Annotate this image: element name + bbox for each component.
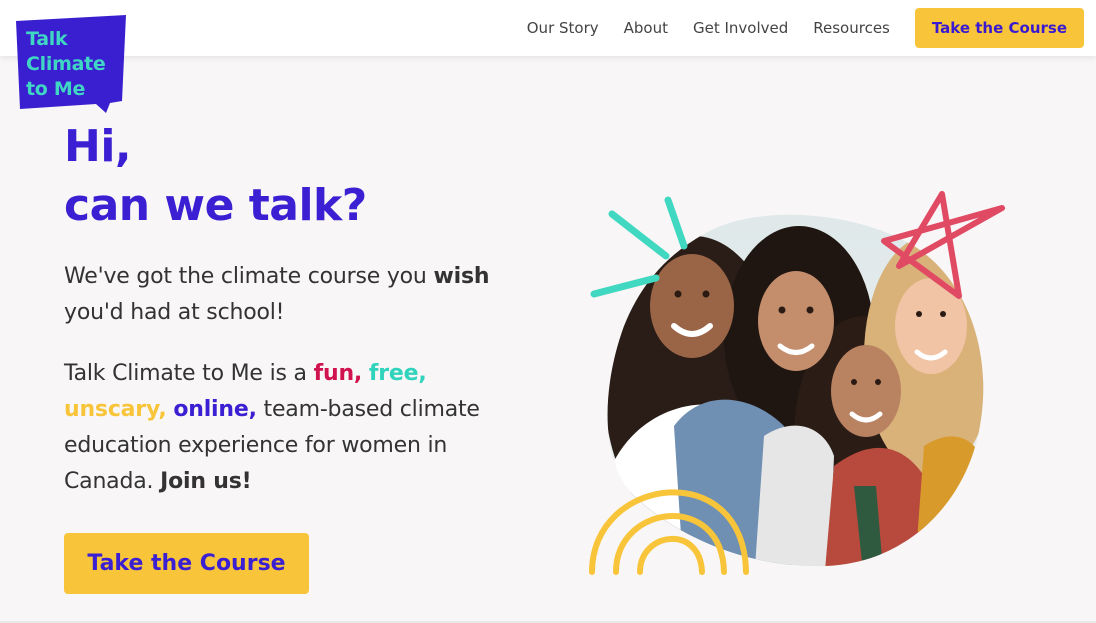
hero-image-art <box>589 191 1005 575</box>
intro-emphasis-wish: wish <box>433 264 490 289</box>
hero-title: Hi, can we talk? <box>64 117 524 235</box>
join-us-text: Join us! <box>160 469 252 494</box>
nav-link-our-story[interactable]: Our Story <box>527 19 599 37</box>
hero-description-text: Talk Climate to Me is a fun, free, unsca… <box>64 356 532 500</box>
logo-line-1: Talk <box>26 28 68 50</box>
hero-take-course-button[interactable]: Take the Course <box>64 533 309 594</box>
hero-title-line-2: can we talk? <box>64 180 367 231</box>
keyword-unscary: unscary, <box>64 397 167 422</box>
site-header: Our Story About Get Involved Resources T… <box>0 0 1096 56</box>
main-nav: Our Story About Get Involved Resources T… <box>527 8 1084 48</box>
site-logo[interactable]: Talk Climate to Me <box>14 15 128 113</box>
logo-text: Talk Climate to Me <box>26 27 126 102</box>
nav-take-course-button[interactable]: Take the Course <box>914 8 1084 48</box>
keyword-fun: fun, <box>313 361 363 386</box>
intro-text-part: you'd had at school! <box>64 300 285 325</box>
logo-line-3: to Me <box>26 78 86 100</box>
nav-link-get-involved[interactable]: Get Involved <box>693 19 788 37</box>
nav-link-resources[interactable]: Resources <box>813 19 890 37</box>
nav-link-about[interactable]: About <box>624 19 668 37</box>
description-text-part: Talk Climate to Me is a <box>64 361 314 386</box>
hero-title-line-1: Hi, <box>64 121 132 172</box>
keyword-online: online, <box>173 397 257 422</box>
keyword-free: free, <box>368 361 427 386</box>
intro-text-part: We've got the climate course you <box>64 264 434 289</box>
hero-intro-text: We've got the climate course you wish yo… <box>64 259 532 331</box>
logo-line-2: Climate <box>26 53 106 75</box>
